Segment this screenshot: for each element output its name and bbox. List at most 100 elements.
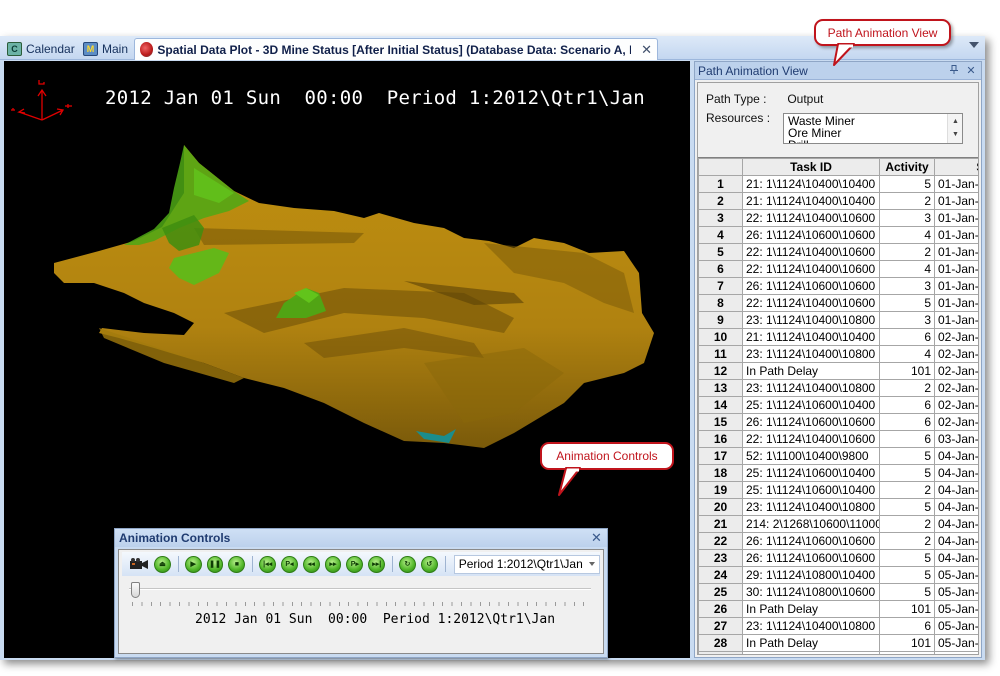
chevron-down-icon[interactable] — [585, 556, 599, 573]
start-cell[interactable]: 05-Jan-2012 — [934, 617, 978, 635]
stop-button[interactable]: ■ — [228, 555, 246, 573]
table-row[interactable]: 26In Path Delay10105-Jan-2012 — [698, 600, 978, 618]
start-cell[interactable]: 02-Jan-2012 — [934, 362, 978, 380]
start-cell[interactable]: 02-Jan-2012 — [934, 396, 978, 414]
close-tab-icon[interactable]: ✕ — [641, 42, 652, 58]
row-number[interactable]: 10 — [698, 328, 743, 346]
task-id-cell[interactable]: 23: 1\1124\10400\10800 — [742, 617, 880, 635]
task-id-cell[interactable]: 22: 1\1124\10400\10600 — [742, 209, 880, 227]
activity-cell[interactable]: 2 — [879, 481, 935, 499]
start-cell[interactable]: 05-Jan-2012 — [934, 583, 978, 601]
start-cell[interactable]: 04-Jan-2012 — [934, 464, 978, 482]
go-to-end-button[interactable]: ▸▸| — [368, 555, 386, 573]
table-row[interactable]: 2326: 1\1124\10600\10600504-Jan-2012 — [698, 549, 978, 567]
row-number[interactable]: 4 — [698, 226, 743, 244]
row-number[interactable]: 6 — [698, 260, 743, 278]
task-id-cell[interactable]: 23: 1\1124\10400\10800 — [742, 311, 880, 329]
column-header-activity[interactable]: Activity — [879, 158, 935, 176]
activity-cell[interactable]: 6 — [879, 413, 935, 431]
task-id-cell[interactable]: 29: 1\1124\10800\10400 — [742, 566, 880, 584]
task-id-cell[interactable]: 26: 1\1124\10600\10600 — [742, 413, 880, 431]
start-cell[interactable]: 01-Jan-2012 — [934, 243, 978, 261]
scroll-down-icon[interactable]: ▼ — [952, 129, 959, 141]
table-row[interactable]: 2226: 1\1124\10600\10600204-Jan-2012 — [698, 532, 978, 550]
table-row[interactable]: 726: 1\1124\10600\10600301-Jan-2012 — [698, 277, 978, 295]
activity-cell[interactable]: 4 — [879, 345, 935, 363]
start-cell[interactable]: 01-Jan-2012 — [934, 175, 978, 193]
task-id-cell[interactable]: 26: 1\1124\10600\10600 — [742, 532, 880, 550]
column-header-task-id[interactable]: Task ID — [742, 158, 880, 176]
table-row[interactable]: 2930: 1\1124\10800\10600505-Jan-2012 — [698, 651, 978, 654]
activity-cell[interactable]: 5 — [879, 651, 935, 654]
row-number[interactable]: 27 — [698, 617, 743, 635]
row-number[interactable]: 1 — [698, 175, 743, 193]
tab-overflow-dropdown-icon[interactable] — [969, 42, 979, 48]
task-id-cell[interactable]: 22: 1\1124\10400\10600 — [742, 294, 880, 312]
task-id-cell[interactable]: 22: 1\1124\10400\10600 — [742, 430, 880, 448]
row-number[interactable]: 28 — [698, 634, 743, 652]
activity-cell[interactable]: 5 — [879, 498, 935, 516]
activity-cell[interactable]: 101 — [879, 362, 935, 380]
row-number[interactable]: 13 — [698, 379, 743, 397]
table-row[interactable]: 1021: 1\1124\10400\10400602-Jan-2012 — [698, 328, 978, 346]
task-id-cell[interactable]: 52: 1\1100\10400\9800 — [742, 447, 880, 465]
row-number[interactable]: 29 — [698, 651, 743, 654]
pin-icon[interactable] — [947, 64, 961, 77]
activity-cell[interactable]: 3 — [879, 277, 935, 295]
step-back-button[interactable]: ◂◂ — [302, 555, 320, 573]
next-period-button[interactable]: P▸ — [346, 555, 364, 573]
tab-main[interactable]: M Main — [78, 38, 133, 60]
activity-cell[interactable]: 6 — [879, 396, 935, 414]
task-id-cell[interactable]: In Path Delay — [742, 362, 880, 380]
table-row[interactable]: 21214: 2\1268\10600\11000204-Jan-2012 — [698, 515, 978, 533]
start-cell[interactable]: 01-Jan-2012 — [934, 209, 978, 227]
table-row[interactable]: 426: 1\1124\10600\10600401-Jan-2012 — [698, 226, 978, 244]
animation-controls-header[interactable]: Animation Controls ✕ — [115, 529, 607, 547]
activity-cell[interactable]: 2 — [879, 243, 935, 261]
activity-cell[interactable]: 2 — [879, 532, 935, 550]
activity-cell[interactable]: 5 — [879, 294, 935, 312]
start-cell[interactable]: 01-Jan-2012 — [934, 277, 978, 295]
speed-up-button[interactable]: ↻ — [399, 555, 416, 573]
table-row[interactable]: 1925: 1\1124\10600\10400204-Jan-2012 — [698, 481, 978, 499]
table-row[interactable]: 12In Path Delay10102-Jan-2012 — [698, 362, 978, 380]
table-row[interactable]: 121: 1\1124\10400\10400501-Jan-2012 — [698, 175, 978, 193]
tab-calendar[interactable]: C Calendar — [2, 38, 80, 60]
task-id-cell[interactable]: 26: 1\1124\10600\10600 — [742, 226, 880, 244]
start-cell[interactable]: 04-Jan-2012 — [934, 481, 978, 499]
table-row[interactable]: 622: 1\1124\10400\10600401-Jan-2012 — [698, 260, 978, 278]
table-row[interactable]: 1425: 1\1124\10600\10400602-Jan-2012 — [698, 396, 978, 414]
row-number[interactable]: 5 — [698, 243, 743, 261]
start-cell[interactable]: 05-Jan-2012 — [934, 634, 978, 652]
row-number[interactable]: 21 — [698, 515, 743, 533]
start-cell[interactable]: 04-Jan-2012 — [934, 515, 978, 533]
activity-cell[interactable]: 5 — [879, 549, 935, 567]
row-number[interactable]: 7 — [698, 277, 743, 295]
activity-cell[interactable]: 5 — [879, 175, 935, 193]
table-row[interactable]: 2723: 1\1124\10400\10800605-Jan-2012 — [698, 617, 978, 635]
start-cell[interactable]: 04-Jan-2012 — [934, 498, 978, 516]
row-number[interactable]: 23 — [698, 549, 743, 567]
start-cell[interactable]: 03-Jan-2012 — [934, 430, 978, 448]
table-row[interactable]: 522: 1\1124\10400\10600201-Jan-2012 — [698, 243, 978, 261]
go-to-start-button[interactable]: |◂◂ — [259, 555, 277, 573]
table-row[interactable]: 1752: 1\1100\10400\9800504-Jan-2012 — [698, 447, 978, 465]
table-row[interactable]: 2023: 1\1124\10400\10800504-Jan-2012 — [698, 498, 978, 516]
activity-cell[interactable]: 4 — [879, 226, 935, 244]
start-cell[interactable]: 02-Jan-2012 — [934, 379, 978, 397]
tab-spatial-data-plot[interactable]: Spatial Data Plot - 3D Mine Status [Afte… — [134, 38, 658, 60]
record-camera-icon[interactable] — [130, 557, 148, 571]
task-id-cell[interactable]: 30: 1\1124\10800\10600 — [742, 651, 880, 654]
task-id-cell[interactable]: 23: 1\1124\10400\10800 — [742, 379, 880, 397]
slow-down-button[interactable]: ↺ — [420, 555, 438, 573]
activity-cell[interactable]: 4 — [879, 260, 935, 278]
table-row[interactable]: 1622: 1\1124\10400\10600603-Jan-2012 — [698, 430, 978, 448]
task-id-cell[interactable]: 21: 1\1124\10400\10400 — [742, 175, 880, 193]
previous-period-button[interactable]: P◂ — [281, 555, 298, 573]
start-cell[interactable]: 01-Jan-2012 — [934, 294, 978, 312]
row-number[interactable]: 8 — [698, 294, 743, 312]
task-grid[interactable]: Task ID Activity Sta 121: 1\1124\10400\1… — [698, 157, 978, 654]
task-id-cell[interactable]: 26: 1\1124\10600\10600 — [742, 549, 880, 567]
task-id-cell[interactable]: 25: 1\1124\10600\10400 — [742, 396, 880, 414]
row-number[interactable]: 16 — [698, 430, 743, 448]
